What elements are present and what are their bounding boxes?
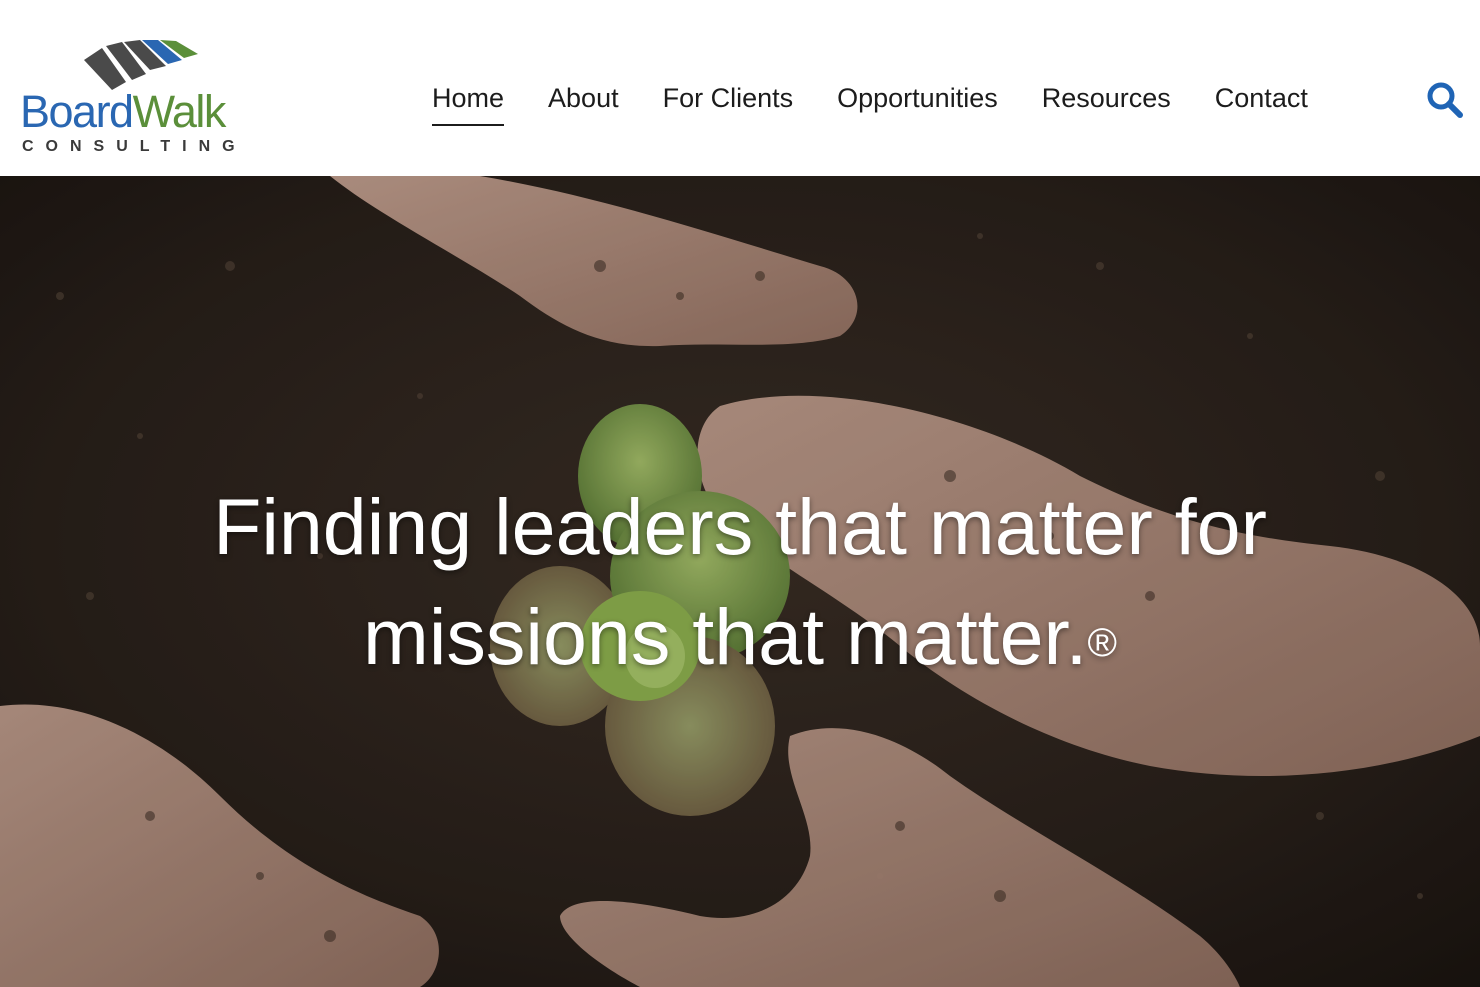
boardwalk-logo[interactable]: BoardWalk CONSULTING bbox=[20, 38, 270, 158]
hero-line-1: Finding leaders that matter for bbox=[213, 482, 1267, 571]
hero-banner: Finding leaders that matter for missions… bbox=[0, 176, 1480, 987]
hero-line-2: missions that matter.® bbox=[0, 582, 1480, 692]
main-nav: Home About For Clients Opportunities Res… bbox=[432, 78, 1352, 126]
nav-contact[interactable]: Contact bbox=[1215, 78, 1308, 126]
logo-word-board: Board bbox=[20, 86, 134, 137]
nav-opportunities[interactable]: Opportunities bbox=[837, 78, 998, 126]
hero-headline: Finding leaders that matter for missions… bbox=[0, 472, 1480, 692]
hero-line-2-text: missions that matter. bbox=[363, 592, 1088, 681]
search-icon bbox=[1427, 82, 1463, 118]
logo-tagline: CONSULTING bbox=[22, 138, 247, 155]
nav-home[interactable]: Home bbox=[432, 78, 505, 126]
nav-for-clients[interactable]: For Clients bbox=[663, 78, 794, 126]
site-header: BoardWalk CONSULTING Home About For Clie… bbox=[0, 0, 1480, 176]
logo-word-walk: Walk bbox=[132, 86, 227, 137]
logo-wordmark: BoardWalk bbox=[20, 86, 227, 137]
search-button[interactable] bbox=[1425, 80, 1465, 120]
nav-resources[interactable]: Resources bbox=[1042, 78, 1171, 126]
nav-about[interactable]: About bbox=[548, 78, 619, 126]
registered-mark: ® bbox=[1087, 621, 1117, 665]
